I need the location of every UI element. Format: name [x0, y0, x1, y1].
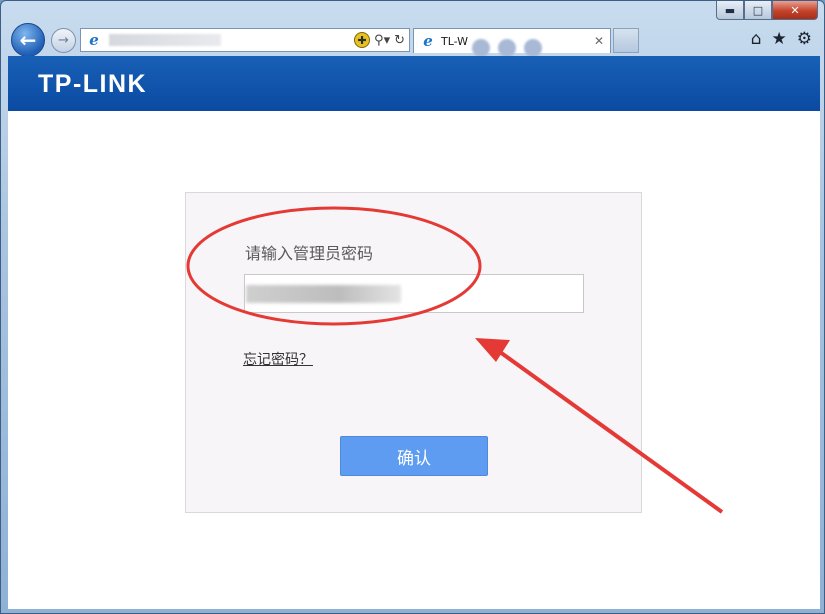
- page-viewport: TP-LINK 请输入管理员密码 忘记密码？ 确认: [8, 56, 820, 609]
- tab-title-blurred: [472, 25, 543, 57]
- browser-window: ▬ □ ✕ ← → e ✚ ⚲▾ ↻ e TL-W ✕ ⌂ ★ ⚙ TP-LIN…: [0, 0, 825, 614]
- toolbar-icons: ⌂ ★ ⚙: [751, 29, 812, 49]
- window-caption-buttons: ▬ □ ✕: [716, 1, 818, 20]
- compatibility-view-icon[interactable]: ✚: [354, 32, 371, 48]
- favorites-icon[interactable]: ★: [772, 29, 787, 49]
- address-bar[interactable]: e ✚ ⚲▾ ↻: [80, 28, 410, 52]
- address-url-blurred[interactable]: [109, 34, 221, 46]
- browser-tab[interactable]: e TL-W ✕: [413, 28, 611, 57]
- address-tools: ✚ ⚲▾ ↻: [354, 32, 409, 48]
- close-window-button[interactable]: ✕: [772, 1, 818, 20]
- ie-page-icon: e: [89, 31, 99, 49]
- new-tab-button[interactable]: [613, 28, 639, 53]
- search-icon[interactable]: ⚲▾: [374, 33, 390, 48]
- forward-button[interactable]: →: [51, 28, 76, 53]
- password-prompt-label: 请输入管理员密码: [245, 244, 374, 263]
- back-button[interactable]: ←: [11, 23, 45, 57]
- confirm-button[interactable]: 确认: [340, 436, 488, 476]
- tp-link-header: TP-LINK: [8, 56, 820, 111]
- tab-title: TL-W: [441, 34, 469, 48]
- home-icon[interactable]: ⌂: [751, 29, 762, 49]
- tab-close-icon[interactable]: ✕: [594, 34, 604, 48]
- back-arrow-icon: ←: [19, 28, 37, 52]
- tab-page-icon: e: [423, 32, 433, 50]
- gear-icon[interactable]: ⚙: [797, 29, 812, 49]
- login-panel: 请输入管理员密码 忘记密码？ 确认: [185, 192, 642, 513]
- tp-link-logo: TP-LINK: [38, 70, 148, 98]
- maximize-button[interactable]: □: [744, 1, 772, 20]
- password-value-blurred: [246, 285, 401, 303]
- forgot-password-link[interactable]: 忘记密码？: [243, 349, 313, 369]
- minimize-button[interactable]: ▬: [716, 1, 744, 20]
- forward-arrow-icon: →: [58, 33, 69, 48]
- refresh-icon[interactable]: ↻: [394, 33, 405, 48]
